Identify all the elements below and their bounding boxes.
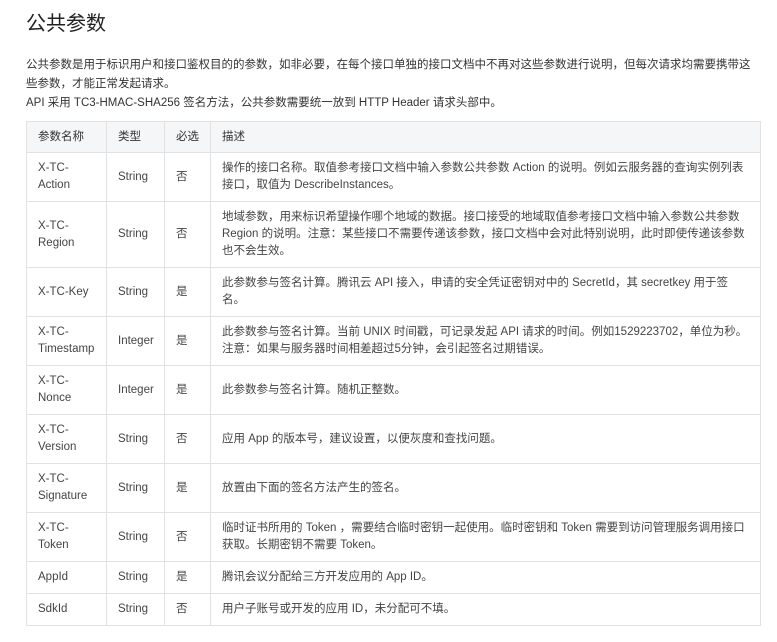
param-desc: 腾讯会议分配给三方开发应用的 App ID。 <box>210 561 761 594</box>
table-row: X-TC-Version String 否 应用 App 的版本号，建议设置，以… <box>26 414 761 464</box>
doc-page: 公共参数 公共参数是用于标识用户和接口鉴权目的的参数，如非必要，在每个接口单独的… <box>0 0 777 626</box>
header-desc: 描述 <box>210 121 761 153</box>
param-desc: 应用 App 的版本号，建议设置，以便灰度和查找问题。 <box>210 414 761 464</box>
intro-text: 公共参数是用于标识用户和接口鉴权目的的参数，如非必要，在每个接口单独的接口文档中… <box>26 56 761 113</box>
param-desc: 操作的接口名称。取值参考接口文档中输入参数公共参数 Action 的说明。例如云… <box>210 152 761 202</box>
param-name: X-TC-Timestamp <box>26 316 107 366</box>
param-type: String <box>106 463 165 513</box>
param-type: String <box>106 201 165 268</box>
param-desc: 地域参数，用来标识希望操作哪个地域的数据。接口接受的地域取值参考接口文档中输入参… <box>210 201 761 268</box>
table-row: X-TC-Action String 否 操作的接口名称。取值参考接口文档中输入… <box>26 152 761 202</box>
param-required: 否 <box>164 201 211 268</box>
params-table: 参数名称 类型 必选 描述 X-TC-Action String 否 操作的接口… <box>26 121 761 626</box>
param-desc: 此参数参与签名计算。腾讯云 API 接入，申请的安全凭证密钥对中的 Secret… <box>210 267 761 317</box>
param-name: X-TC-Token <box>26 512 107 562</box>
param-desc: 此参数参与签名计算。随机正整数。 <box>210 365 761 415</box>
param-type: String <box>106 414 165 464</box>
param-type: String <box>106 593 165 626</box>
header-type: 类型 <box>106 121 165 153</box>
table-header-row: 参数名称 类型 必选 描述 <box>26 121 761 153</box>
intro-paragraph: API 采用 TC3-HMAC-SHA256 签名方法，公共参数需要统一放到 H… <box>26 97 502 109</box>
param-name: SdkId <box>26 593 107 626</box>
param-name: X-TC-Nonce <box>26 365 107 415</box>
page-title: 公共参数 <box>26 13 106 35</box>
param-name: AppId <box>26 561 107 594</box>
param-type: String <box>106 512 165 562</box>
param-required: 是 <box>164 365 211 415</box>
table-row: X-TC-Region String 否 地域参数，用来标识希望操作哪个地域的数… <box>26 201 761 268</box>
param-name: X-TC-Version <box>26 414 107 464</box>
header-required: 必选 <box>164 121 211 153</box>
param-required: 否 <box>164 414 211 464</box>
table-row: X-TC-Nonce Integer 是 此参数参与签名计算。随机正整数。 <box>26 365 761 415</box>
param-desc: 放置由下面的签名方法产生的签名。 <box>210 463 761 513</box>
param-type: String <box>106 561 165 594</box>
table-row: X-TC-Signature String 是 放置由下面的签名方法产生的签名。 <box>26 463 761 513</box>
param-name: X-TC-Signature <box>26 463 107 513</box>
table-row: AppId String 是 腾讯会议分配给三方开发应用的 App ID。 <box>26 561 761 594</box>
param-desc: 临时证书所用的 Token ，需要结合临时密钥一起使用。临时密钥和 Token … <box>210 512 761 562</box>
table-row: X-TC-Timestamp Integer 是 此参数参与签名计算。当前 UN… <box>26 316 761 366</box>
table-row: X-TC-Token String 否 临时证书所用的 Token ，需要结合临… <box>26 512 761 562</box>
param-desc: 用户子账号或开发的应用 ID，未分配可不填。 <box>210 593 761 626</box>
param-type: String <box>106 152 165 202</box>
table-row: X-TC-Key String 是 此参数参与签名计算。腾讯云 API 接入，申… <box>26 267 761 317</box>
param-required: 否 <box>164 152 211 202</box>
param-required: 是 <box>164 561 211 594</box>
param-name: X-TC-Action <box>26 152 107 202</box>
param-type: Integer <box>106 365 165 415</box>
param-name: X-TC-Key <box>26 267 107 317</box>
param-desc: 此参数参与签名计算。当前 UNIX 时间戳，可记录发起 API 请求的时间。例如… <box>210 316 761 366</box>
param-required: 否 <box>164 512 211 562</box>
param-type: Integer <box>106 316 165 366</box>
param-required: 否 <box>164 593 211 626</box>
param-required: 是 <box>164 316 211 366</box>
param-required: 是 <box>164 267 211 317</box>
param-required: 是 <box>164 463 211 513</box>
intro-paragraph: 公共参数是用于标识用户和接口鉴权目的的参数，如非必要，在每个接口单独的接口文档中… <box>26 59 751 90</box>
table-row: SdkId String 否 用户子账号或开发的应用 ID，未分配可不填。 <box>26 593 761 626</box>
param-name: X-TC-Region <box>26 201 107 268</box>
header-name: 参数名称 <box>26 121 107 153</box>
param-type: String <box>106 267 165 317</box>
